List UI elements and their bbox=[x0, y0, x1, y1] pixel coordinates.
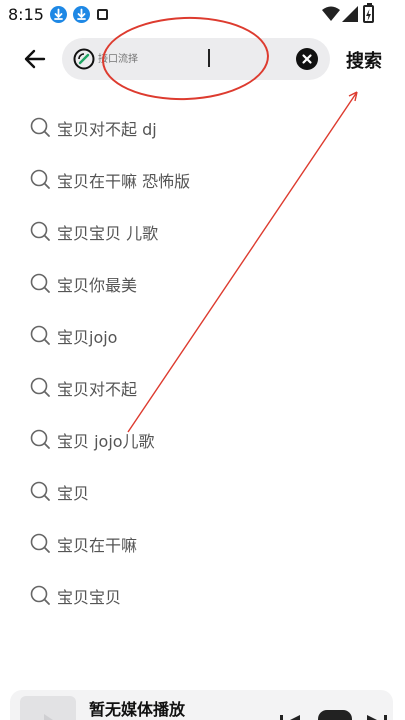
suggestion-label: 宝贝 bbox=[57, 484, 90, 503]
search-button[interactable]: 搜索 bbox=[346, 47, 382, 73]
search-icon bbox=[29, 220, 51, 242]
play-icon[interactable] bbox=[318, 710, 352, 720]
suggestion-label: 宝贝宝贝 儿歌 bbox=[57, 224, 159, 243]
suggestion-item[interactable]: 宝贝对不起 bbox=[0, 360, 405, 412]
battery-icon bbox=[363, 3, 374, 23]
suggestion-item[interactable]: 宝贝宝贝 bbox=[0, 568, 405, 620]
square-icon bbox=[97, 9, 108, 20]
suggestion-item[interactable]: 宝贝在干嘛 恐怖版 bbox=[0, 152, 405, 204]
search-icon bbox=[29, 324, 51, 346]
suggestion-label: 宝贝jojo bbox=[57, 328, 118, 347]
text-caret bbox=[208, 49, 210, 67]
suggestion-item[interactable]: 宝贝在干嘛 bbox=[0, 516, 405, 568]
suggestion-item[interactable]: 宝贝宝贝 儿歌 bbox=[0, 204, 405, 256]
download-icon bbox=[73, 6, 90, 23]
search-icon bbox=[29, 480, 51, 502]
suggestion-item[interactable]: 宝贝你最美 bbox=[0, 256, 405, 308]
search-box[interactable] bbox=[62, 38, 330, 80]
search-icon bbox=[29, 272, 51, 294]
search-input[interactable] bbox=[98, 50, 303, 68]
suggestion-label: 宝贝对不起 dj bbox=[57, 120, 157, 139]
player-title: 暂无媒体播放 bbox=[89, 700, 186, 719]
search-icon bbox=[29, 168, 51, 190]
previous-icon[interactable] bbox=[278, 712, 302, 720]
signal-icon bbox=[342, 6, 358, 26]
suggestion-label: 宝贝在干嘛 bbox=[57, 536, 138, 555]
status-bar: 8:15 bbox=[0, 0, 405, 32]
album-art bbox=[20, 696, 76, 720]
search-icon bbox=[29, 376, 51, 398]
suggestion-label: 宝贝 jojo儿歌 bbox=[57, 432, 155, 451]
download-icon bbox=[50, 6, 67, 23]
suggestion-item[interactable]: 宝贝 jojo儿歌 bbox=[0, 412, 405, 464]
search-icon bbox=[29, 428, 51, 450]
suggestion-item[interactable]: 宝贝jojo bbox=[0, 308, 405, 360]
clear-icon[interactable] bbox=[296, 48, 318, 70]
suggestion-label: 宝贝你最美 bbox=[57, 276, 138, 295]
suggestion-item[interactable]: 宝贝 bbox=[0, 464, 405, 516]
search-icon bbox=[29, 584, 51, 606]
back-arrow-icon[interactable] bbox=[20, 44, 50, 74]
search-icon bbox=[29, 116, 51, 138]
suggestion-label: 宝贝在干嘛 恐怖版 bbox=[57, 172, 191, 191]
suggestion-label: 宝贝宝贝 bbox=[57, 588, 122, 607]
search-icon bbox=[29, 532, 51, 554]
mini-player[interactable]: 暂无媒体播放 bbox=[10, 690, 393, 720]
suggestion-item[interactable]: 宝贝对不起 dj bbox=[0, 100, 405, 152]
search-logo-icon bbox=[72, 47, 96, 71]
wifi-icon bbox=[322, 6, 340, 26]
suggestion-label: 宝贝对不起 bbox=[57, 380, 138, 399]
next-icon[interactable] bbox=[365, 712, 389, 720]
status-time: 8:15 bbox=[8, 5, 44, 24]
